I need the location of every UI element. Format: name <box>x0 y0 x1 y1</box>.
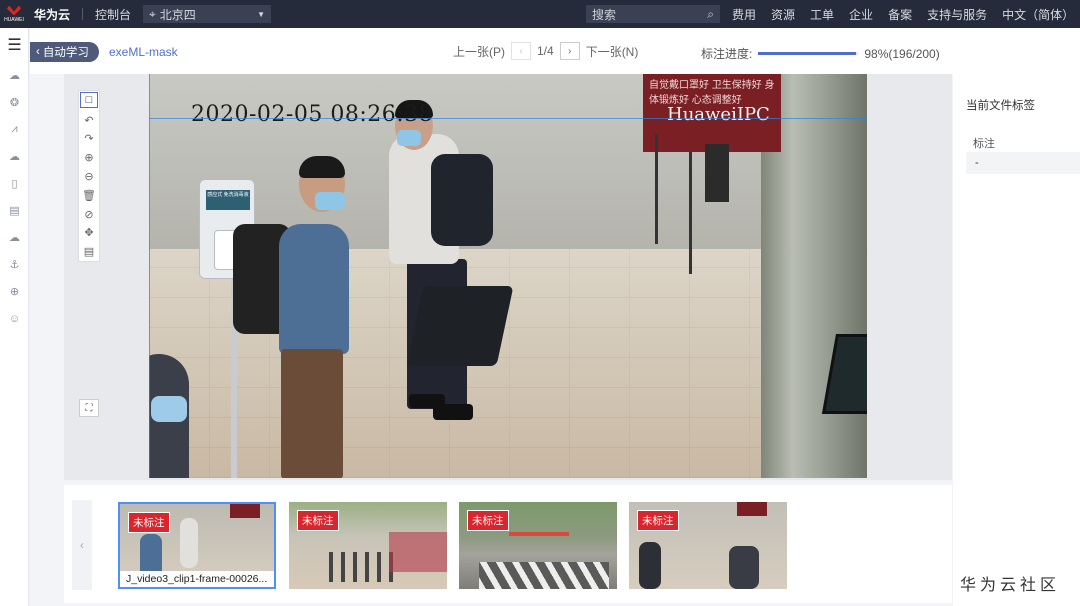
back-button[interactable]: ‹ 自动学习 <box>30 42 99 62</box>
next-button[interactable]: › <box>559 42 580 60</box>
nav-resources[interactable]: 资源 <box>771 6 795 23</box>
camera-label: HuaweiIPC <box>667 104 770 125</box>
annotated-image[interactable]: 自觉戴口罩好 卫生保持好 身体锻炼好 心态调整好 感应式 免洗消毒液 2020-… <box>149 74 867 478</box>
region-select[interactable]: ⌖ 北京四 ▼ <box>143 5 272 23</box>
smile-icon[interactable]: ☺ <box>0 305 29 332</box>
huawei-logo[interactable]: HUAWEI <box>0 0 28 28</box>
pager: 上一张(P) ‹ 1/4 › 下一张(N) <box>453 42 638 60</box>
annotation-progress: 标注进度: 98%(196/200) <box>701 45 940 62</box>
top-nav: 费用 资源 工单 企业 备案 支持与服务 中文（简体） <box>732 0 1080 28</box>
thumbnail-caption: J_video3_clip1-frame-00026... <box>120 571 274 587</box>
zoom-in-icon[interactable]: ⊕ <box>80 148 98 167</box>
move-icon[interactable]: ✥ <box>80 223 98 242</box>
prev-button[interactable]: ‹ <box>511 42 531 60</box>
document-icon[interactable]: ▯ <box>0 170 29 197</box>
delete-icon[interactable]: 🗑 <box>80 186 98 205</box>
search-placeholder: 搜索 <box>592 7 617 22</box>
label-header: 标注 <box>973 138 995 150</box>
dataset-name[interactable]: exeML-mask <box>109 45 178 59</box>
search-icon[interactable]: ⌕ <box>707 7 714 22</box>
cloud-icon[interactable]: ☁ <box>0 62 29 89</box>
fit-screen-icon[interactable]: ⛶ <box>79 399 99 417</box>
cluster-icon[interactable]: ❂ <box>0 89 29 116</box>
nav-support[interactable]: 支持与服务 <box>927 6 987 23</box>
nav-filing[interactable]: 备案 <box>888 6 912 23</box>
files-icon[interactable]: ▤ <box>0 197 29 224</box>
prev-label[interactable]: 上一张(P) <box>453 43 505 60</box>
chevron-left-icon: ‹ <box>36 46 40 58</box>
progress-text: 98%(196/200) <box>864 46 940 61</box>
progress-bar <box>758 52 859 55</box>
drawing-toolbar: □ ↶ ↷ ⊕ ⊖ 🗑 ⊘ ✥ ▤ <box>78 90 100 262</box>
anchor-icon[interactable]: ⚓ <box>0 251 29 278</box>
search-input[interactable]: 搜索 ⌕ <box>586 5 720 23</box>
caret-down-icon: ▼ <box>257 9 266 19</box>
redo-icon[interactable]: ↷ <box>80 130 98 149</box>
watermark: 华为云社区 <box>960 577 1061 594</box>
undo-icon[interactable]: ↶ <box>80 111 98 130</box>
arch-icon[interactable]: ⩘ <box>0 116 29 143</box>
annotation-header: ‹ 自动学习 exeML-mask 上一张(P) ‹ 1/4 › 下一张(N) … <box>30 28 1080 74</box>
location-pin-icon: ⌖ <box>149 6 156 21</box>
rectangle-icon[interactable]: □ <box>80 92 98 108</box>
thumbnail-2[interactable]: 未标注 <box>289 502 447 589</box>
brand-name[interactable]: 华为云 <box>34 6 70 23</box>
chevron-left-icon: ‹ <box>80 538 84 552</box>
thumbnail-1[interactable]: 未标注 J_video3_clip1-frame-00026... <box>118 502 276 589</box>
progress-fill <box>758 52 857 55</box>
unlabeled-badge: 未标注 <box>297 510 339 531</box>
menu-icon[interactable]: ☰ <box>0 28 29 62</box>
page-indicator: 1/4 <box>537 44 554 58</box>
zoom-out-icon[interactable]: ⊖ <box>80 167 98 186</box>
list-icon[interactable]: ▤ <box>80 242 98 261</box>
nav-tickets[interactable]: 工单 <box>810 6 834 23</box>
strip-prev-button[interactable]: ‹ <box>72 500 92 590</box>
nav-fees[interactable]: 费用 <box>732 6 756 23</box>
cloud-storage-icon[interactable]: ☁ <box>0 224 29 251</box>
sidebar: ☰ ☁ ❂ ⩘ ☁ ▯ ▤ ☁ ⚓ ⊕ ☺ <box>0 28 29 606</box>
unlabeled-badge: 未标注 <box>128 512 170 533</box>
progress-label: 标注进度: <box>701 47 753 61</box>
nav-enterprise[interactable]: 企业 <box>849 6 873 23</box>
label-panel: 当前文件标签 标注 - <box>953 74 1080 606</box>
crosshair-horizontal <box>149 118 867 119</box>
thumbnail-4[interactable]: 未标注 <box>629 502 787 589</box>
clear-icon[interactable]: ⊘ <box>80 205 98 224</box>
globe-icon[interactable]: ⊕ <box>0 278 29 305</box>
thumbnail-3[interactable]: 未标注 <box>459 502 617 589</box>
dispenser-label: 感应式 免洗消毒液 <box>206 190 250 210</box>
unlabeled-badge: 未标注 <box>637 510 679 531</box>
crosshair-vertical <box>149 74 150 478</box>
console-link[interactable]: 控制台 <box>95 6 131 23</box>
label-value: - <box>966 152 1080 174</box>
region-value: 北京四 <box>159 7 196 22</box>
unlabeled-badge: 未标注 <box>467 510 509 531</box>
back-label: 自动学习 <box>42 47 89 59</box>
divider <box>82 8 84 20</box>
image-timestamp: 2020-02-05 08:26:38 <box>191 102 434 127</box>
next-label[interactable]: 下一张(N) <box>586 43 639 60</box>
nav-language[interactable]: 中文（简体） <box>1002 6 1074 23</box>
cloud-service-icon[interactable]: ☁ <box>0 143 29 170</box>
top-bar: HUAWEI 华为云 控制台 ⌖ 北京四 ▼ 搜索 ⌕ 费用 资源 工单 企业 … <box>0 0 1080 28</box>
panel-title: 当前文件标签 <box>966 100 1035 112</box>
